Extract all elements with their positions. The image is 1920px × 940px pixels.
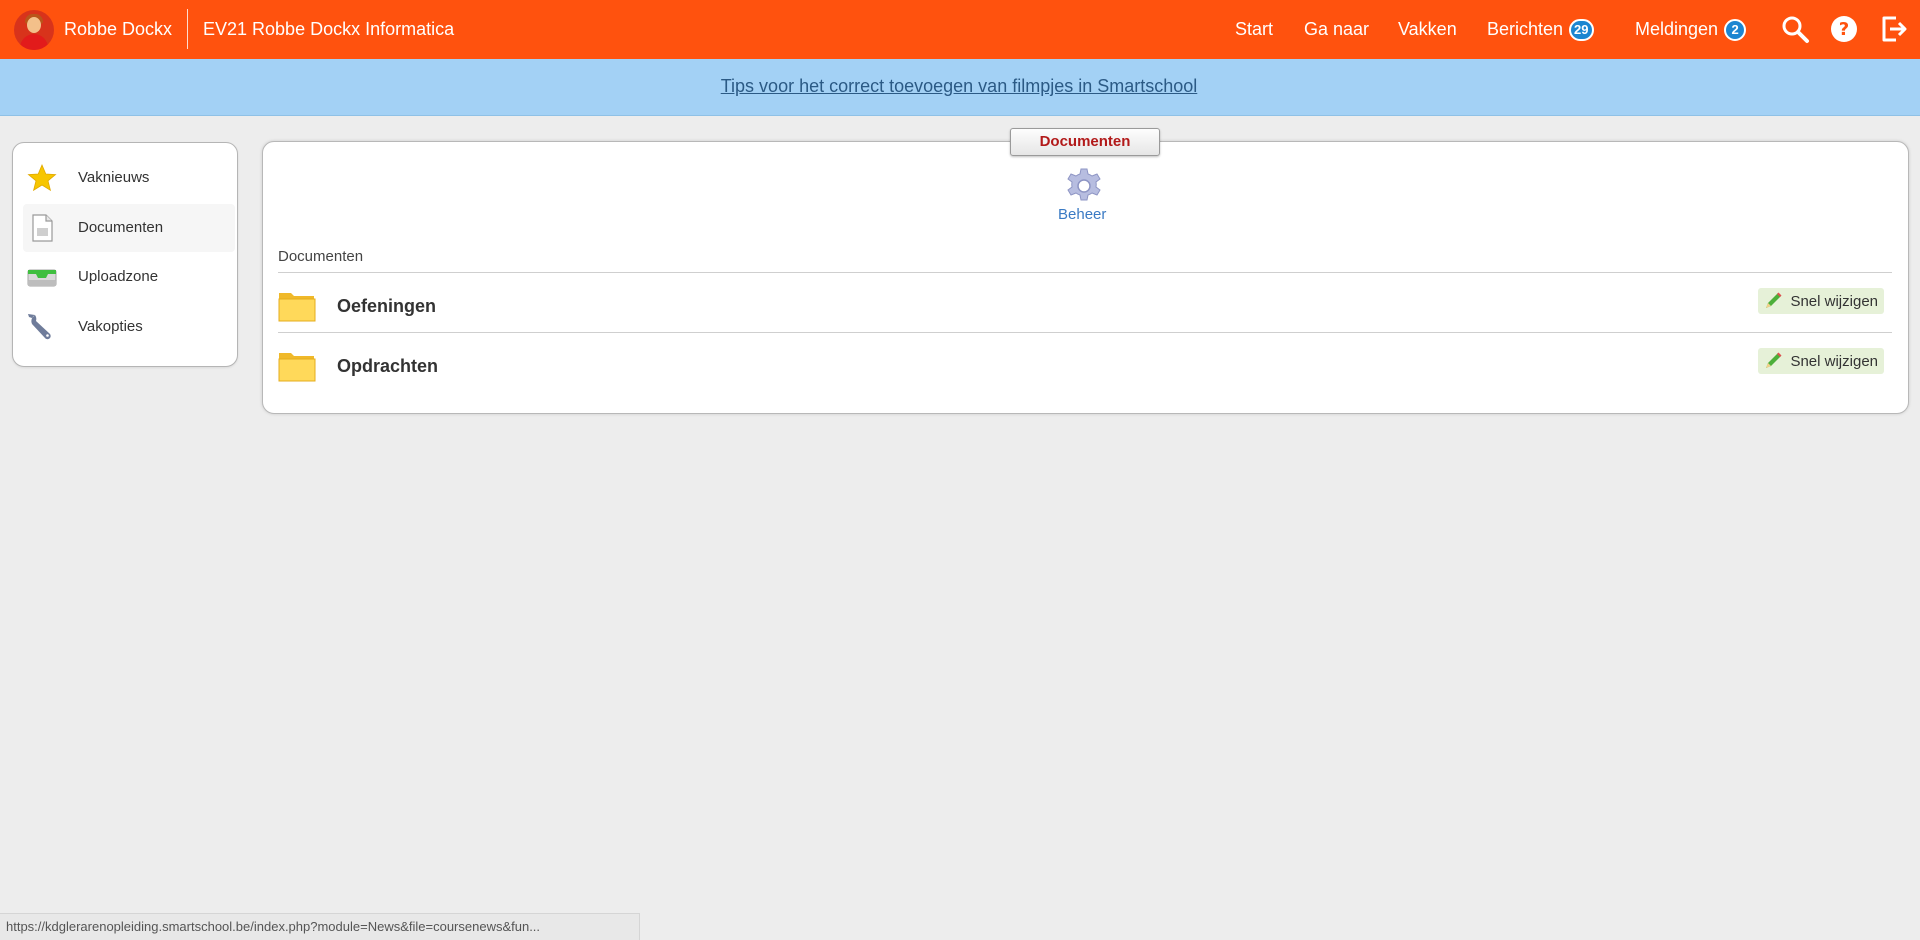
beheer-link[interactable]: Beheer bbox=[1058, 206, 1106, 223]
sidebar-item-vaknieuws[interactable]: Vaknieuws bbox=[23, 154, 235, 202]
nav-meldingen-label: Meldingen bbox=[1635, 19, 1719, 39]
inbox-icon bbox=[27, 269, 57, 287]
sidebar-item-uploadzone[interactable]: Uploadzone bbox=[23, 253, 235, 301]
star-icon bbox=[27, 163, 57, 192]
quick-edit-label: Snel wijzigen bbox=[1790, 352, 1878, 370]
sidebar-item-vakopties[interactable]: Vakopties bbox=[23, 303, 235, 351]
help-icon[interactable]: ? bbox=[1829, 14, 1859, 44]
section-title: Documenten bbox=[278, 248, 364, 265]
document-icon bbox=[32, 214, 53, 242]
divider bbox=[278, 272, 1892, 273]
nav-ga-naar[interactable]: Ga naar bbox=[1304, 19, 1369, 40]
quick-edit-button[interactable]: Snel wijzigen bbox=[1758, 288, 1884, 314]
banner-link[interactable]: Tips voor het correct toevoegen van film… bbox=[721, 76, 1198, 97]
sidebar-item-label: Uploadzone bbox=[78, 268, 159, 285]
pencil-icon bbox=[1766, 352, 1782, 368]
logout-icon[interactable] bbox=[1879, 14, 1909, 44]
quick-edit-label: Snel wijzigen bbox=[1790, 292, 1878, 310]
user-name[interactable]: Robbe Dockx bbox=[64, 19, 172, 40]
nav-berichten[interactable]: Berichten 29 bbox=[1487, 19, 1594, 41]
pencil-icon bbox=[1766, 292, 1782, 308]
sidebar-item-label: Documenten bbox=[78, 219, 164, 236]
search-icon[interactable] bbox=[1780, 14, 1810, 44]
wrench-icon bbox=[28, 314, 51, 340]
quick-edit-button[interactable]: Snel wijzigen bbox=[1758, 348, 1884, 374]
panel-title-tab: Documenten bbox=[1010, 128, 1160, 156]
folder-icon bbox=[278, 353, 316, 382]
svg-text:?: ? bbox=[1839, 19, 1849, 40]
folder-icon bbox=[278, 293, 316, 322]
sidebar-item-label: Vaknieuws bbox=[78, 169, 150, 186]
nav-vakken[interactable]: Vakken bbox=[1398, 19, 1457, 40]
status-bar-url: https://kdglerarenopleiding.smartschool.… bbox=[0, 913, 640, 940]
avatar[interactable] bbox=[14, 10, 54, 50]
gear-icon[interactable] bbox=[1064, 166, 1104, 206]
info-banner: Tips voor het correct toevoegen van film… bbox=[0, 59, 1920, 116]
sidebar-item-documenten[interactable]: Documenten bbox=[23, 204, 235, 252]
sidebar-item-label: Vakopties bbox=[78, 318, 143, 335]
nav-berichten-label: Berichten bbox=[1487, 19, 1564, 39]
top-bar: Robbe Dockx EV21 Robbe Dockx Informatica… bbox=[0, 0, 1920, 59]
folder-row[interactable]: Opdrachten Snel wijzigen bbox=[278, 343, 1892, 401]
divider bbox=[278, 332, 1892, 333]
berichten-count-badge: 29 bbox=[1569, 19, 1594, 41]
meldingen-count-badge: 2 bbox=[1724, 19, 1747, 41]
course-sidebar: Vaknieuws Documenten Uploadzone Vakoptie… bbox=[12, 142, 238, 367]
course-title[interactable]: EV21 Robbe Dockx Informatica bbox=[203, 19, 454, 40]
folder-name[interactable]: Oefeningen bbox=[337, 296, 436, 317]
header-divider bbox=[187, 9, 188, 49]
nav-meldingen[interactable]: Meldingen 2 bbox=[1635, 19, 1747, 41]
folder-name[interactable]: Opdrachten bbox=[337, 356, 438, 377]
nav-start[interactable]: Start bbox=[1235, 19, 1273, 40]
